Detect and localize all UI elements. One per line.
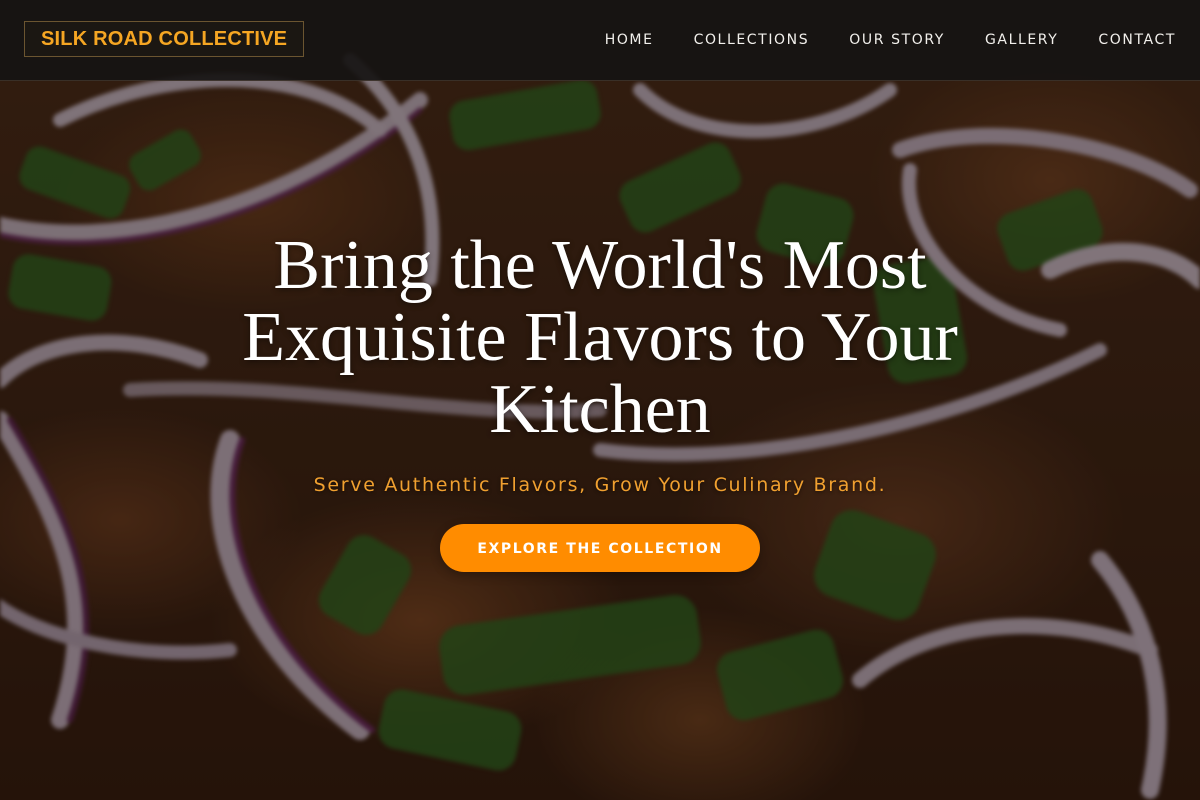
landing-page: SILK ROAD COLLECTIVE HOME COLLECTIONS OU… <box>0 0 1200 800</box>
hero-title: Bring the World's Most Exquisite Flavors… <box>242 227 958 448</box>
site-header: SILK ROAD COLLECTIVE HOME COLLECTIONS OU… <box>0 0 1200 81</box>
hero-subtitle: Serve Authentic Flavors, Grow Your Culin… <box>313 474 887 496</box>
nav-item-gallery[interactable]: GALLERY <box>985 32 1058 48</box>
nav-item-contact[interactable]: CONTACT <box>1098 32 1176 48</box>
explore-collection-button[interactable]: EXPLORE THE COLLECTION <box>440 524 760 572</box>
nav-item-collections[interactable]: COLLECTIONS <box>694 32 810 48</box>
hero-section: Bring the World's Most Exquisite Flavors… <box>0 230 1200 572</box>
nav-item-home[interactable]: HOME <box>605 32 654 48</box>
main-nav: HOME COLLECTIONS OUR STORY GALLERY CONTA… <box>605 0 1176 80</box>
brand-logo[interactable]: SILK ROAD COLLECTIVE <box>24 21 305 57</box>
nav-item-our-story[interactable]: OUR STORY <box>849 32 945 48</box>
